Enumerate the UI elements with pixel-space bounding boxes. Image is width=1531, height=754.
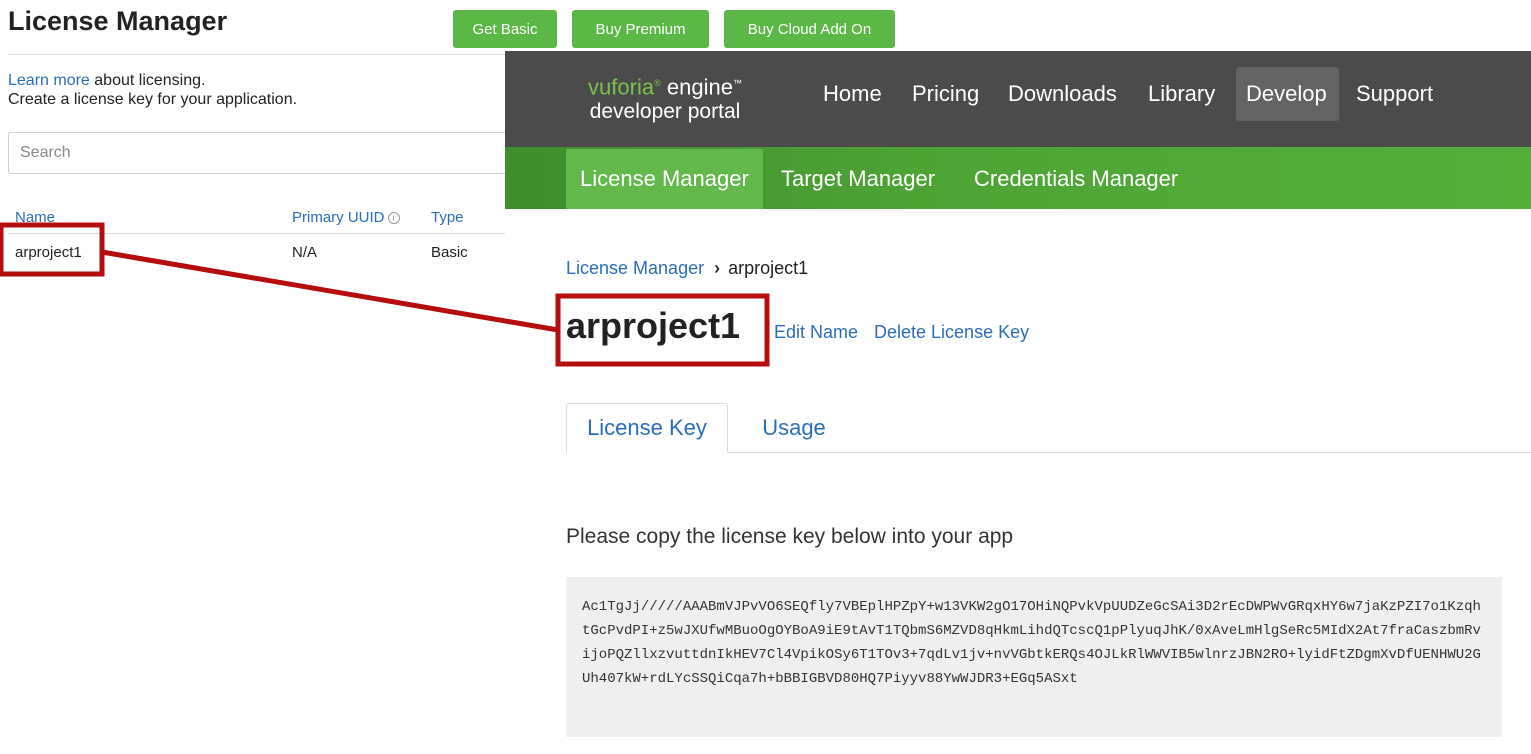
info-icon[interactable]: i	[387, 212, 400, 224]
subnav-license-manager[interactable]: License Manager	[566, 149, 763, 209]
breadcrumb-current: arproject1	[728, 258, 809, 278]
nav-downloads[interactable]: Downloads	[998, 67, 1127, 121]
breadcrumb-license-manager[interactable]: License Manager	[566, 258, 704, 278]
copy-instructions: Please copy the license key below into y…	[566, 525, 1014, 548]
buy-premium-button[interactable]: Buy Premium	[572, 10, 709, 48]
nav-pricing[interactable]: Pricing	[902, 67, 989, 121]
logo-brand: vuforia	[588, 74, 655, 100]
column-header-name[interactable]: Name	[15, 209, 55, 226]
breadcrumb: License Manager › arproject1	[566, 258, 808, 279]
vuforia-logo[interactable]: vuforia® engine™ developer portal	[565, 71, 765, 124]
title-divider	[8, 54, 505, 55]
license-title: arproject1	[566, 305, 741, 346]
tab-license-key[interactable]: License Key	[566, 403, 728, 453]
logo-subtitle: developer portal	[589, 100, 741, 124]
tab-usage[interactable]: Usage	[741, 403, 847, 453]
page-title: License Manager	[8, 6, 228, 36]
logo-trademark: ™	[732, 78, 742, 88]
learn-more-link[interactable]: Learn more	[8, 72, 90, 89]
developer-portal-screenshot: vuforia® engine™ developer portal Home P…	[505, 51, 1531, 754]
row-name[interactable]: arproject1	[15, 244, 82, 261]
search-input[interactable]	[8, 132, 528, 174]
get-basic-button[interactable]: Get Basic	[453, 10, 557, 48]
table-header-rule	[8, 233, 505, 234]
sub-nav: License Manager Target Manager Credentia…	[505, 147, 1531, 209]
buy-cloud-add-on-button[interactable]: Buy Cloud Add On	[724, 10, 895, 48]
logo-product: engine	[666, 74, 733, 100]
intro-rest: about licensing.	[94, 72, 206, 89]
nav-support[interactable]: Support	[1346, 67, 1443, 121]
intro-text: Learn more about licensing. Create a lic…	[8, 71, 297, 109]
column-header-primary-uuid-label: Primary UUID	[292, 209, 385, 226]
breadcrumb-chevron-icon: ›	[714, 258, 721, 278]
nav-library[interactable]: Library	[1138, 67, 1225, 121]
subnav-target-manager[interactable]: Target Manager	[767, 149, 949, 209]
column-header-type[interactable]: Type	[431, 209, 464, 226]
delete-license-key-link[interactable]: Delete License Key	[874, 322, 1029, 343]
license-key-text[interactable]: Ac1TgJj/////AAABmVJPvVO6SEQfly7VBEplHPZp…	[566, 577, 1502, 737]
annotation-connector-line	[101, 249, 559, 333]
column-header-primary-uuid[interactable]: Primary UUID i	[292, 209, 400, 226]
edit-name-link[interactable]: Edit Name	[774, 322, 858, 343]
nav-develop[interactable]: Develop	[1236, 67, 1339, 121]
main-nav: vuforia® engine™ developer portal Home P…	[505, 51, 1531, 147]
intro-line2: Create a license key for your applicatio…	[8, 91, 298, 108]
row-type: Basic	[431, 244, 468, 261]
nav-home[interactable]: Home	[813, 67, 892, 121]
subnav-credentials-manager[interactable]: Credentials Manager	[960, 149, 1192, 209]
row-primary-uuid: N/A	[292, 244, 318, 261]
logo-registered-mark: ®	[654, 78, 661, 88]
